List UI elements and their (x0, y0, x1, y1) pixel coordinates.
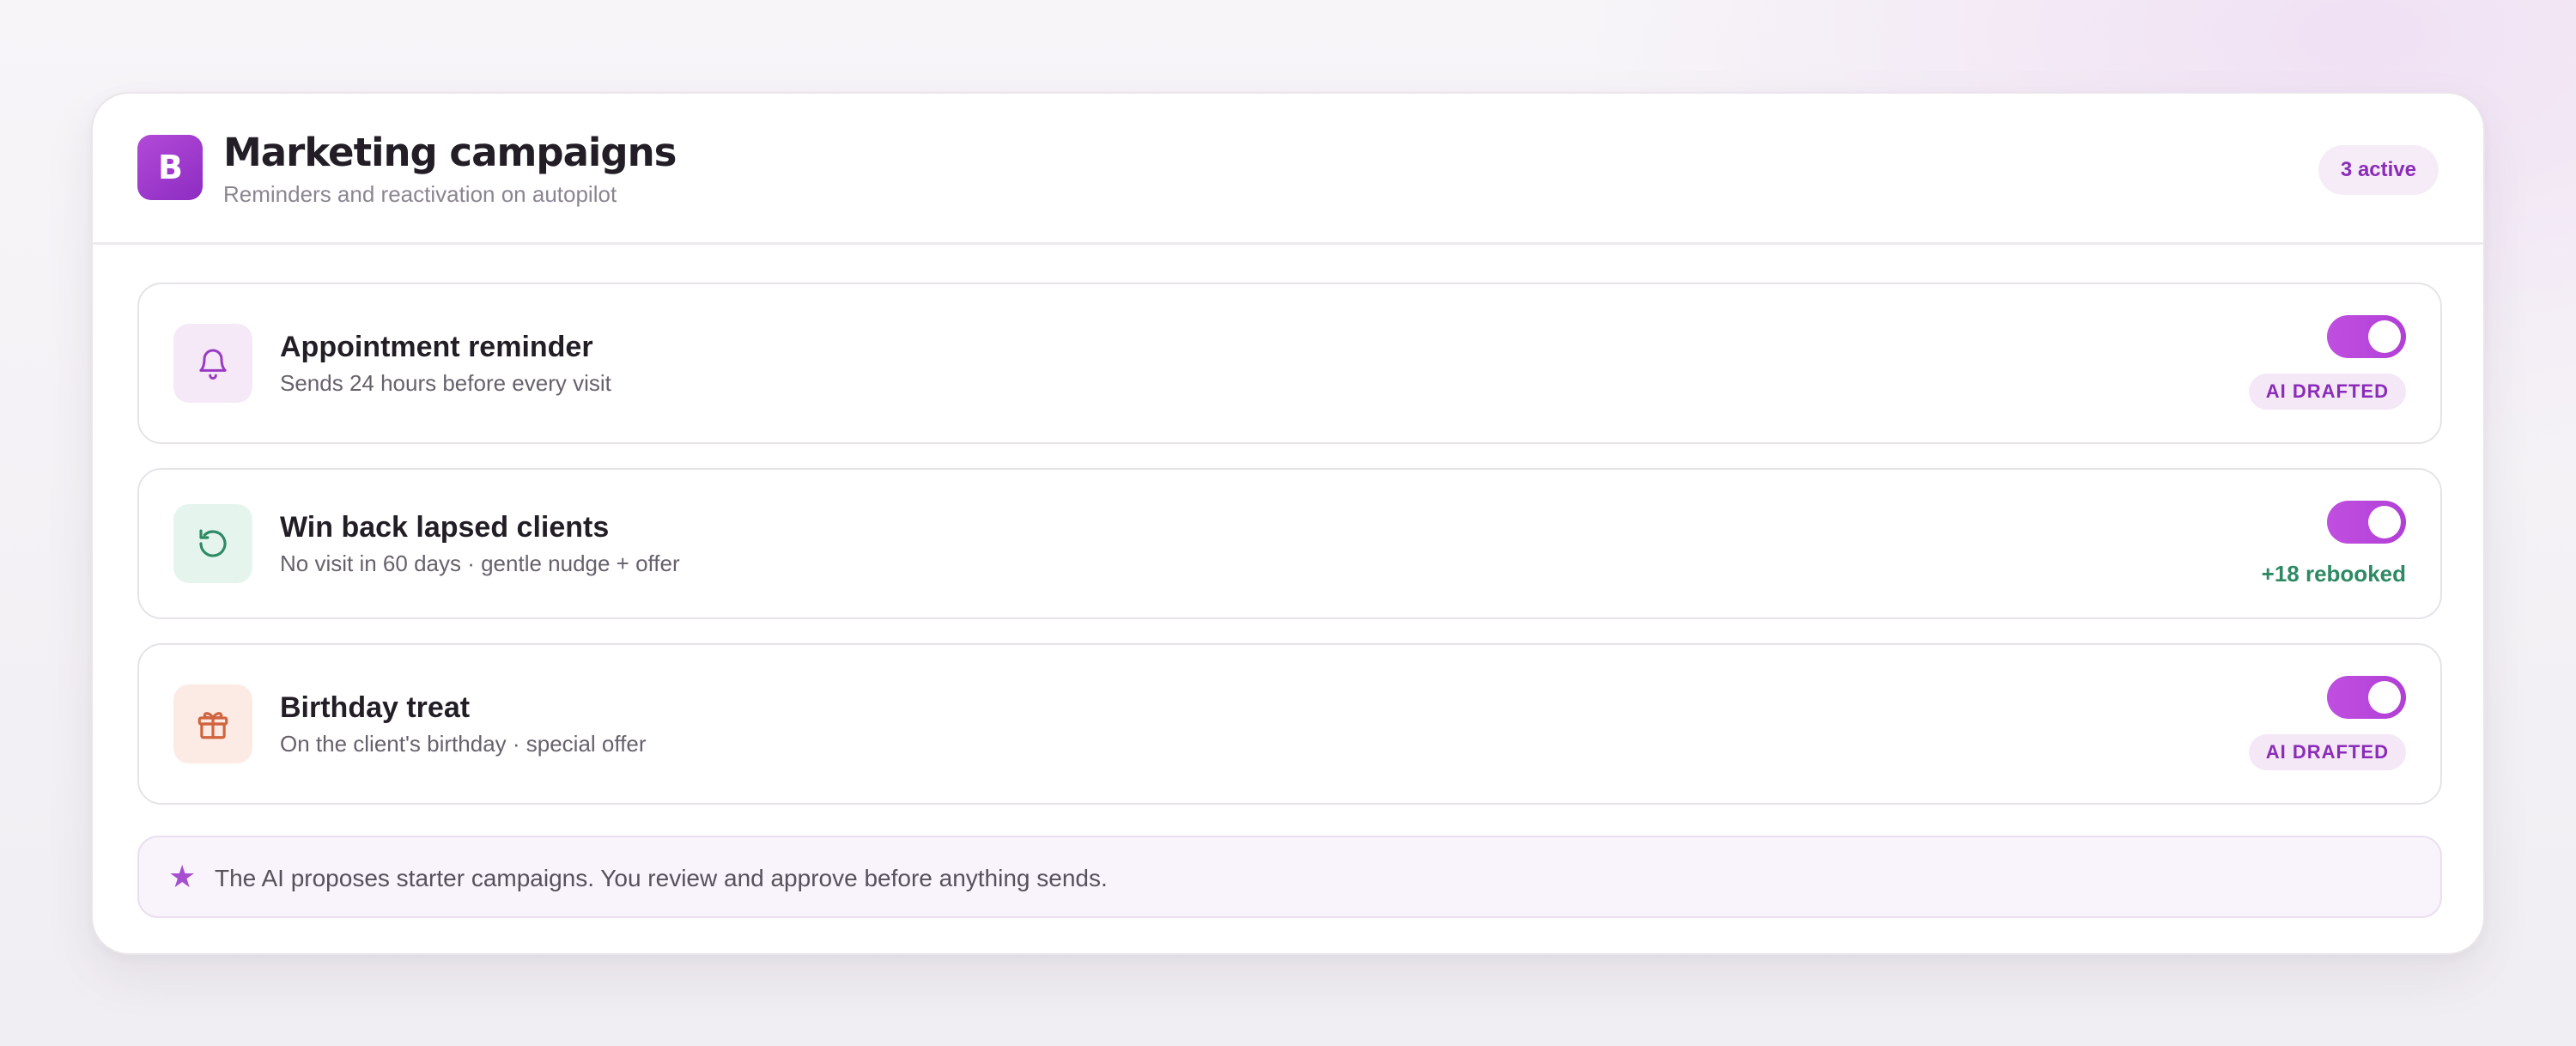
toggle-knob (2368, 320, 2401, 353)
campaign-toggle[interactable] (2327, 315, 2406, 358)
campaign-icon-box (173, 324, 252, 403)
ai-info-text: The AI proposes starter campaigns. You r… (215, 865, 1108, 891)
campaign-row-birthday-treat[interactable]: Birthday treat On the client's birthday … (137, 643, 2442, 805)
campaigns-card: B Marketing campaigns Reminders and reac… (91, 92, 2485, 955)
rebooked-stat: +18 rebooked (2261, 561, 2406, 587)
bell-icon (199, 349, 227, 380)
refresh-icon (199, 529, 227, 557)
toggle-knob (2368, 681, 2401, 714)
brand-logo: B (137, 135, 203, 200)
ai-info-note: ★ The AI proposes starter campaigns. You… (137, 836, 2442, 918)
campaign-icon-box (173, 504, 252, 583)
campaign-row-appointment-reminder[interactable]: Appointment reminder Sends 24 hours befo… (137, 283, 2442, 444)
campaign-row-win-back[interactable]: Win back lapsed clients No visit in 60 d… (137, 468, 2442, 619)
page-subtitle: Reminders and reactivation on autopilot (223, 181, 617, 207)
ai-drafted-tag: AI DRAFTED (2248, 734, 2406, 770)
campaign-description: Sends 24 hours before every visit (280, 370, 611, 396)
active-count-badge: 3 active (2318, 145, 2439, 195)
toggle-knob (2368, 506, 2401, 538)
logo-letter: B (158, 149, 183, 186)
campaign-toggle[interactable] (2327, 501, 2406, 544)
star-icon: ★ (168, 860, 197, 895)
campaign-description: No visit in 60 days · gentle nudge + off… (280, 550, 680, 576)
campaign-toggle[interactable] (2327, 676, 2406, 719)
gift-icon (197, 712, 228, 739)
campaign-name: Birthday treat (280, 691, 471, 724)
page-title: Marketing campaigns (223, 130, 677, 175)
campaign-description: On the client's birthday · special offer (280, 731, 647, 757)
ai-drafted-tag: AI DRAFTED (2248, 374, 2406, 410)
campaign-name: Appointment reminder (280, 331, 593, 363)
campaign-name: Win back lapsed clients (280, 511, 610, 544)
campaign-icon-box (173, 684, 252, 763)
card-header: B Marketing campaigns Reminders and reac… (93, 94, 2483, 245)
